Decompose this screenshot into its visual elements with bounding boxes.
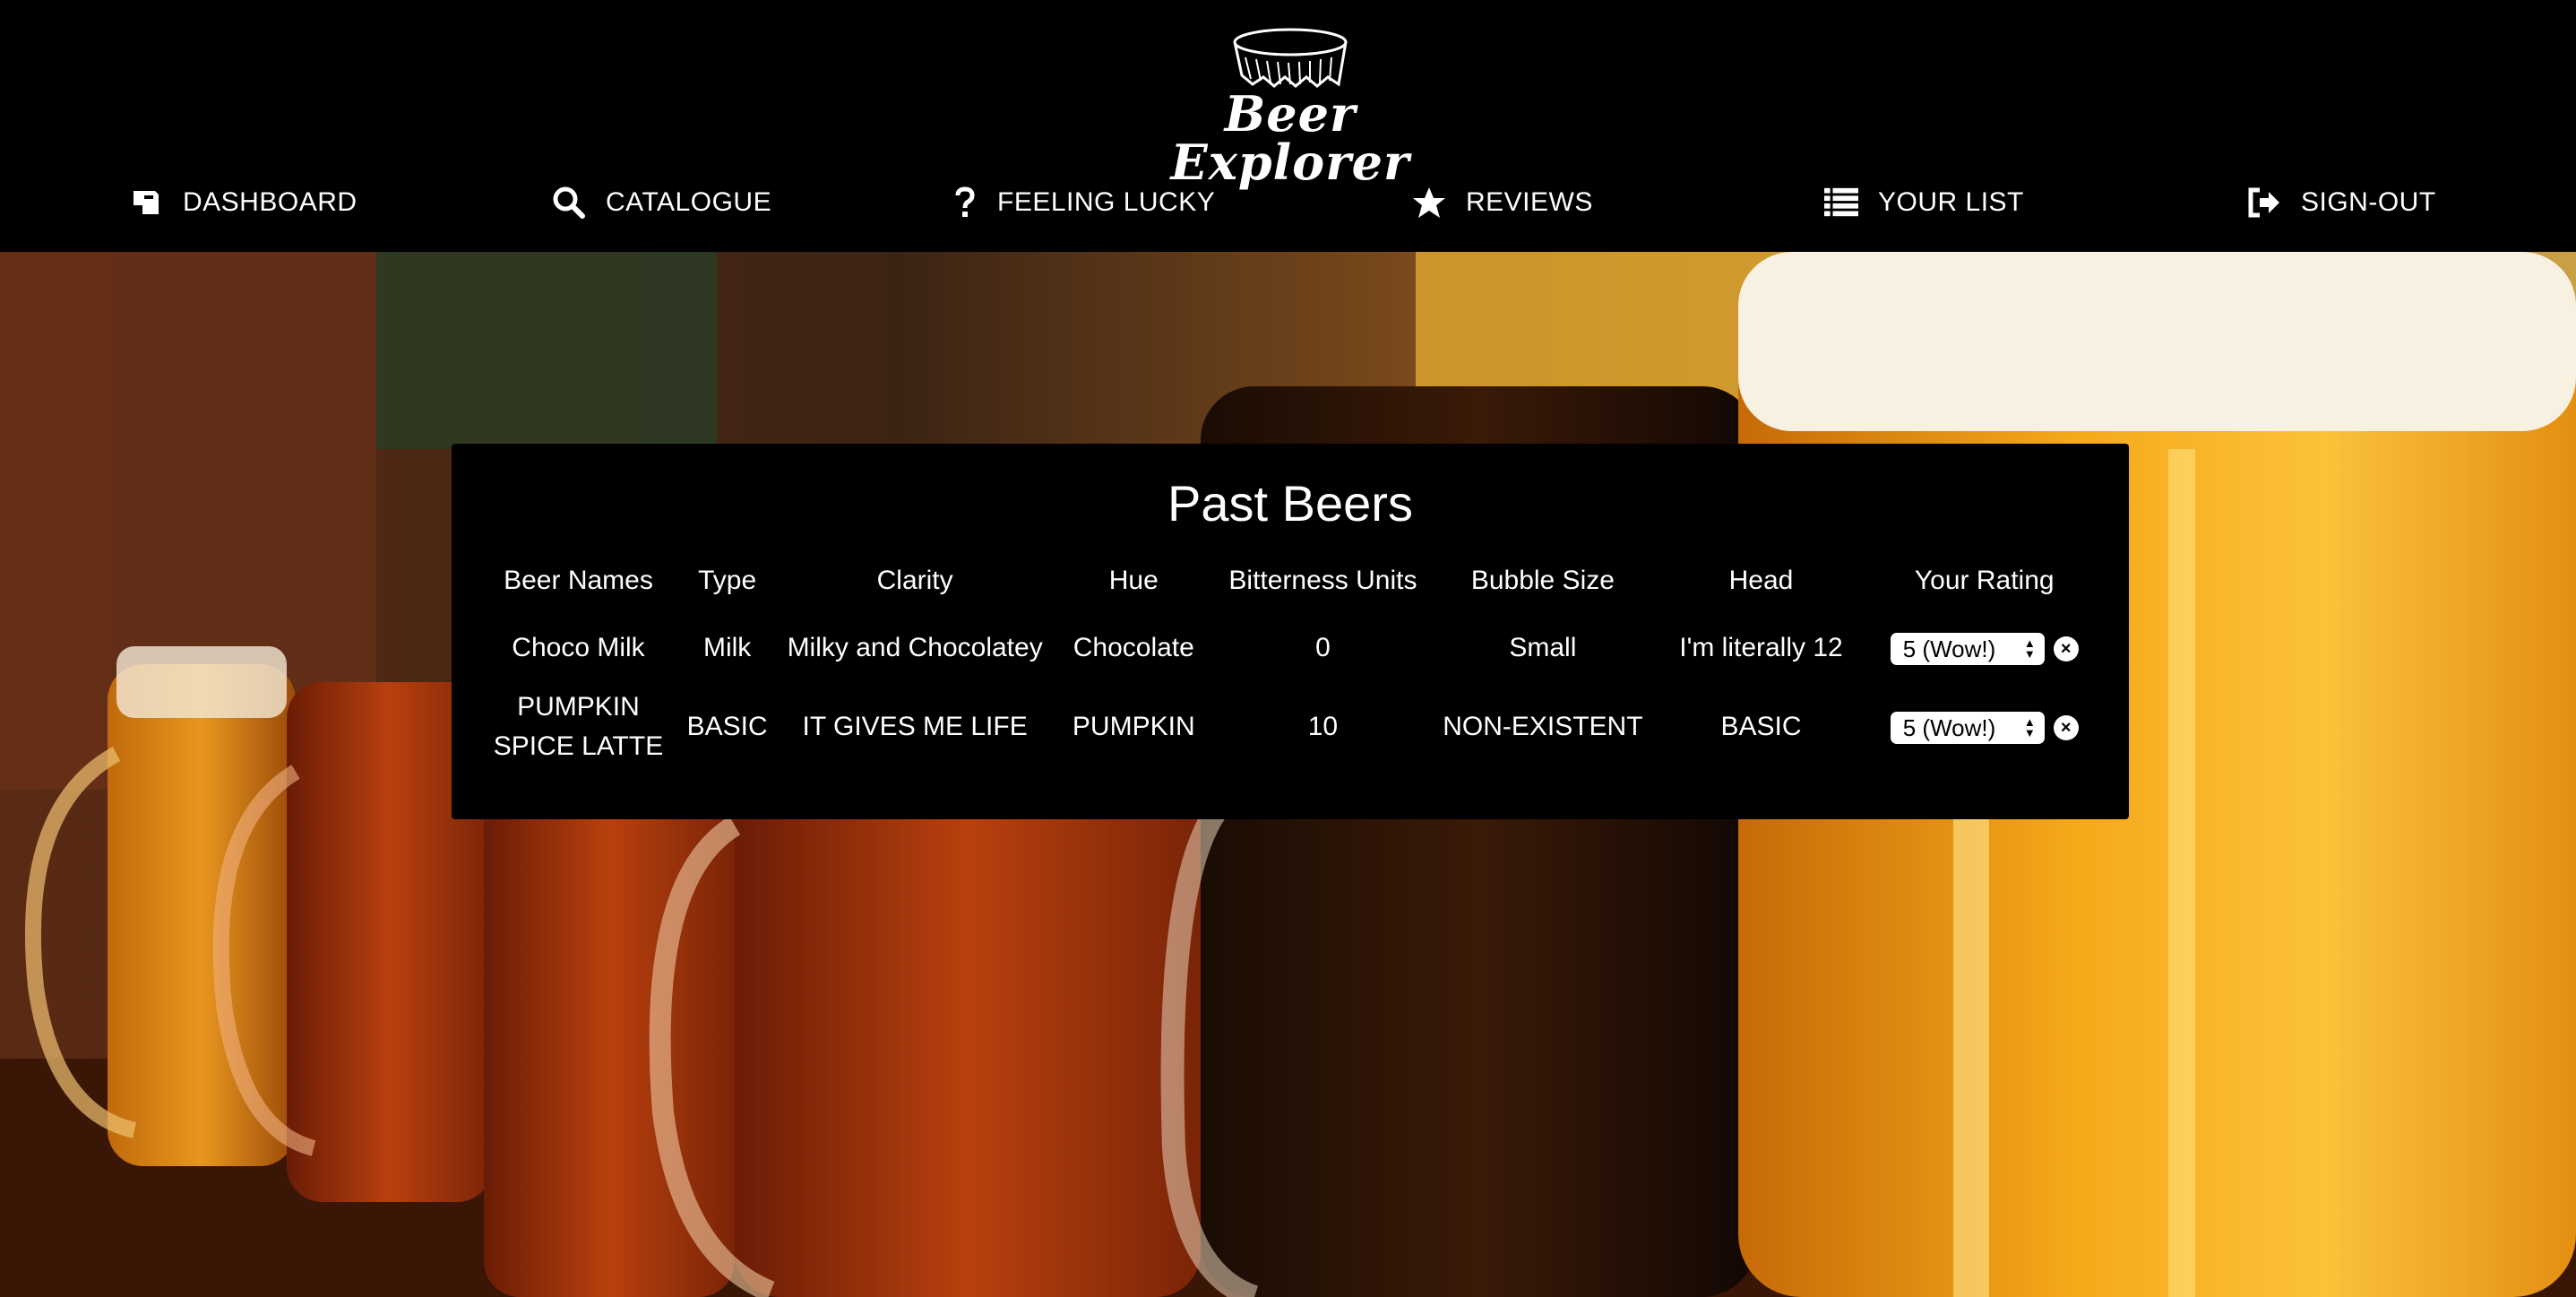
beer-name-cell: PUMPKIN SPICE LATTE	[493, 692, 664, 761]
table-row: PUMPKIN SPICE LATTE BASIC IT GIVES ME LI…	[484, 687, 2106, 766]
remove-beer-icon[interactable]: ×	[2053, 636, 2079, 662]
question-icon	[952, 186, 978, 220]
column-header: Head	[1728, 566, 1794, 595]
brand-name: Beer Explorer	[1170, 85, 1410, 191]
nav-reviews-label: REVIEWS	[1466, 187, 1593, 217]
brand-logo[interactable]: Beer Explorer	[1147, 13, 1434, 186]
rating-select[interactable]: 5 (Wow!) ▲ ▼	[1890, 712, 2045, 745]
hue-cell: Chocolate	[1073, 633, 1194, 662]
type-cell: Milk	[702, 633, 752, 662]
select-arrows-icon: ▲ ▼	[2023, 636, 2036, 661]
star-icon	[1412, 186, 1446, 220]
rating-cell: 5 (Wow!) ▲ ▼ ×	[1864, 687, 2106, 766]
search-icon	[552, 186, 586, 220]
sign-out-icon	[2247, 186, 2281, 220]
nav-dashboard-label: DASHBOARD	[183, 187, 358, 217]
rating-select[interactable]: 5 (Wow!) ▲ ▼	[1890, 633, 2045, 666]
past-beers-table: Beer Names Type Clarity Hue Bitterness U…	[484, 553, 2106, 766]
list-icon	[1824, 186, 1858, 220]
column-header: Type	[698, 566, 757, 595]
head-cell: BASIC	[1720, 712, 1802, 741]
column-header: Bubble Size	[1470, 566, 1615, 595]
bitterness-cell: 0	[1315, 633, 1331, 662]
nav-catalogue-label: CATALOGUE	[606, 187, 772, 217]
panel-title: Past Beers	[1167, 475, 1413, 532]
column-header: Hue	[1108, 566, 1159, 595]
head-cell: I'm literally 12	[1679, 633, 1843, 662]
rating-cell: 5 (Wow!) ▲ ▼ ×	[1864, 609, 2106, 687]
dashboard-icon	[129, 186, 163, 220]
column-header: Beer Names	[504, 566, 653, 595]
bubble-size-cell: NON-EXISTENT	[1443, 712, 1643, 741]
column-header: Your Rating	[1914, 566, 2055, 595]
nav-sign-out-label: SIGN-OUT	[2301, 187, 2436, 217]
rating-select-value: 5 (Wow!)	[1902, 636, 1996, 663]
remove-beer-icon[interactable]: ×	[2053, 715, 2079, 741]
select-arrows-icon: ▲ ▼	[2023, 715, 2036, 740]
past-beers-panel: Past Beers Beer Names Type Clarity Hue B…	[452, 444, 2129, 819]
rating-select-value: 5 (Wow!)	[1902, 714, 1996, 742]
nav-your-list[interactable]: YOUR LIST	[1824, 176, 2024, 229]
clarity-cell: IT GIVES ME LIFE	[802, 712, 1028, 741]
table-header-row: Beer Names Type Clarity Hue Bitterness U…	[484, 553, 2106, 609]
nav-sign-out[interactable]: SIGN-OUT	[2247, 176, 2436, 229]
nav-reviews[interactable]: REVIEWS	[1412, 176, 1593, 229]
nav-feeling-lucky[interactable]: FEELING LUCKY	[952, 176, 1215, 229]
main-nav: DASHBOARD CATALOGUE FEELING LUCKY REVIEW…	[0, 176, 2576, 229]
column-header: Bitterness Units	[1228, 566, 1417, 595]
bottle-cap-icon	[1233, 28, 1348, 88]
type-cell: BASIC	[686, 712, 768, 741]
column-header: Clarity	[876, 566, 953, 595]
nav-feeling-lucky-label: FEELING LUCKY	[997, 187, 1216, 217]
top-header: Beer Explorer DASHBOARD CATALOGUE FEELIN…	[0, 0, 2576, 252]
bubble-size-cell: Small	[1509, 633, 1577, 662]
clarity-cell: Milky and Chocolatey	[787, 633, 1043, 662]
beer-name-cell: Choco Milk	[512, 633, 645, 662]
nav-your-list-label: YOUR LIST	[1878, 187, 2024, 217]
table-row: Choco Milk Milk Milky and Chocolatey Cho…	[484, 609, 2106, 687]
nav-catalogue[interactable]: CATALOGUE	[552, 176, 771, 229]
nav-dashboard[interactable]: DASHBOARD	[129, 176, 358, 229]
hue-cell: PUMPKIN	[1072, 712, 1195, 741]
bitterness-cell: 10	[1307, 712, 1339, 741]
